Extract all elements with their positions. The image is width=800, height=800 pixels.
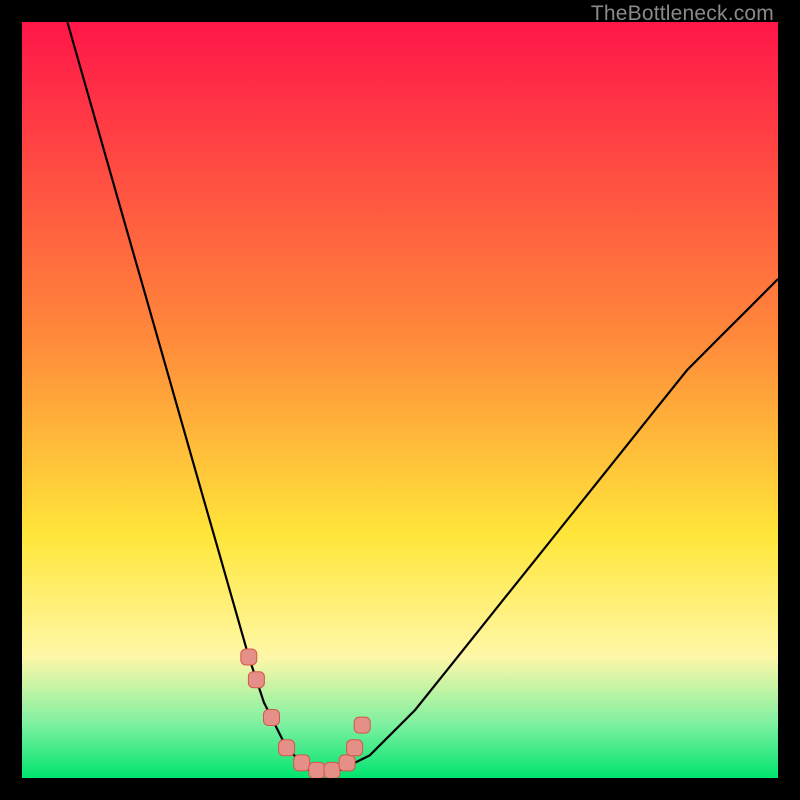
curve-marker [339, 755, 355, 771]
curve-marker [347, 740, 363, 756]
curve-marker [294, 755, 310, 771]
watermark-label: TheBottleneck.com [591, 2, 774, 26]
chart-frame [22, 22, 778, 778]
curve-marker [309, 762, 325, 778]
curve-marker [264, 710, 280, 726]
curve-marker [241, 649, 257, 665]
curve-marker [248, 672, 264, 688]
bottleneck-chart [22, 22, 778, 778]
curve-marker [279, 740, 295, 756]
curve-marker [324, 762, 340, 778]
gradient-background [22, 22, 778, 778]
curve-marker [354, 717, 370, 733]
